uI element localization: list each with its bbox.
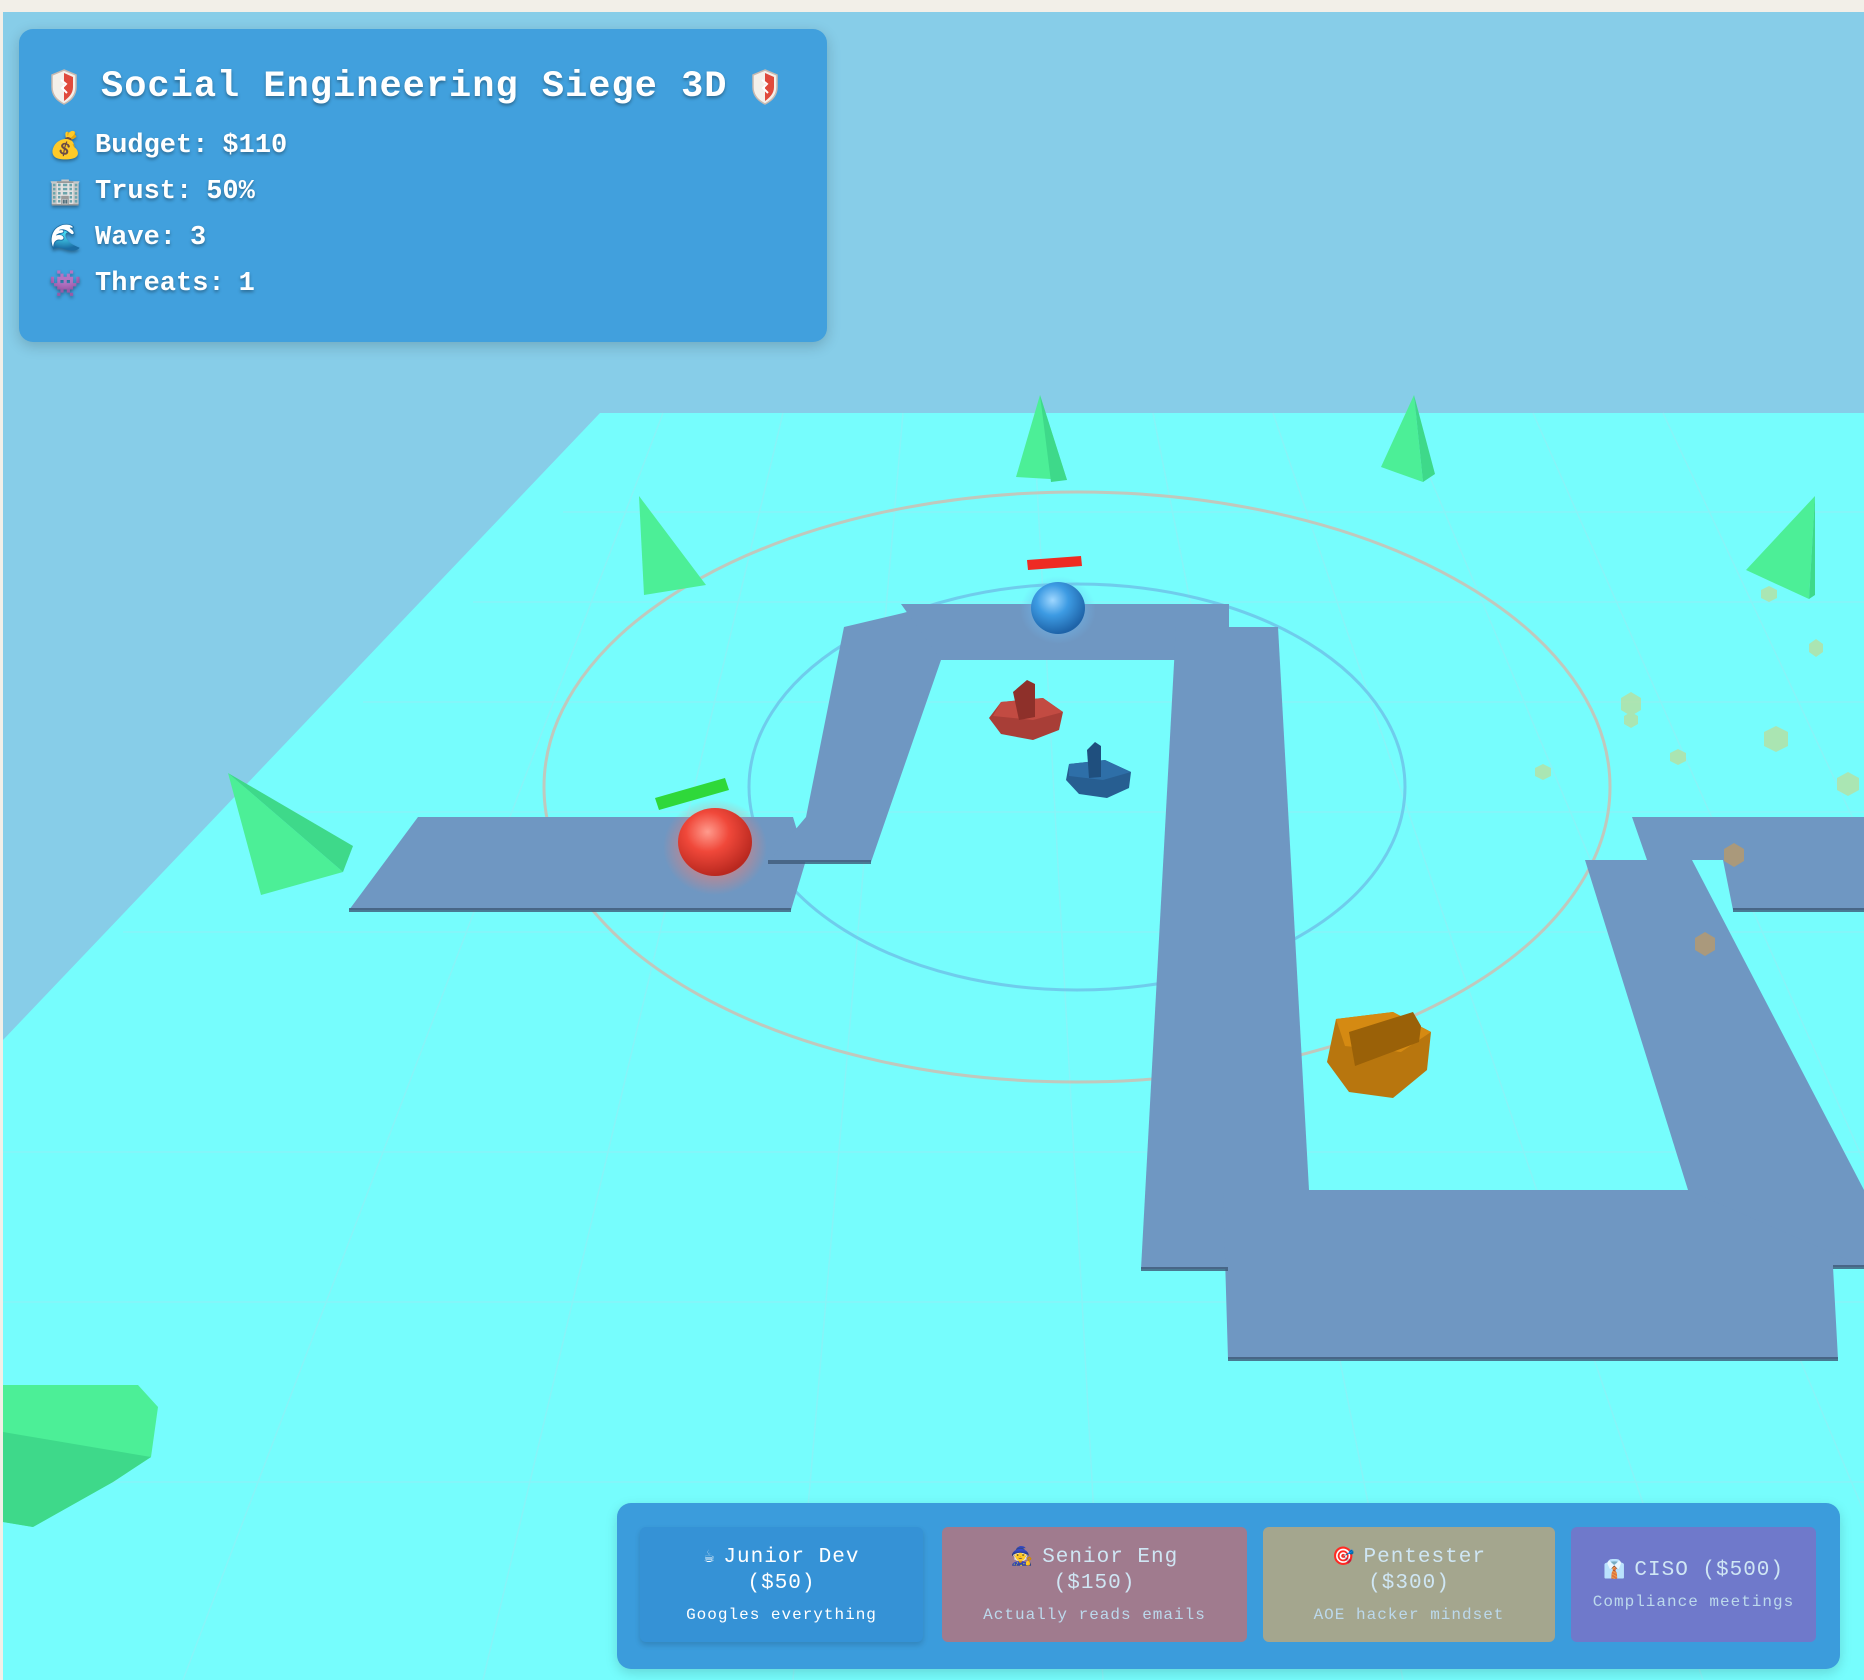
money-bag-icon: 💰 (49, 131, 82, 162)
budget-stat: 💰 Budget: $110 (49, 123, 797, 169)
wizard-icon: 🧙 (1010, 1547, 1035, 1568)
tower-card-pentester[interactable]: 🎯 Pentester ($300) AOE hacker mindset (1263, 1527, 1555, 1642)
tower-card-senior-eng[interactable]: 🧙 Senior Eng ($150) Actually reads emails (942, 1527, 1247, 1642)
target-icon: 🎯 (1332, 1547, 1356, 1568)
tower-description: Compliance meetings (1592, 1592, 1795, 1611)
tower-cost: ($50) (747, 1571, 816, 1595)
game-viewport[interactable]: Social Engineering Siege 3D 💰 Budget: $1… (3, 12, 1864, 1680)
game-title-text: Social Engineering Siege 3D (101, 66, 728, 108)
tower-description: Googles everything (686, 1605, 877, 1624)
tower-shop: ☕ Junior Dev ($50) Googles everything 🧙 Se… (617, 1503, 1840, 1669)
wave-icon: 🌊 (49, 223, 82, 254)
tower-name: 🎯 Pentester (1332, 1545, 1486, 1569)
budget-label: Budget: (95, 131, 209, 161)
trust-label: Trust: (95, 177, 193, 207)
wave-label: Wave: (95, 223, 177, 253)
tower-cost: ($150) (1053, 1571, 1136, 1595)
tower-name: 👔 CISO ($500) (1602, 1558, 1785, 1582)
hud-panel: Social Engineering Siege 3D 💰 Budget: $1… (19, 29, 827, 342)
trust-value: 50% (206, 177, 255, 207)
tower-card-ciso[interactable]: 👔 CISO ($500) Compliance meetings (1571, 1527, 1816, 1642)
tower-name: 🧙 Senior Eng (1010, 1545, 1179, 1569)
shield-icon (51, 69, 77, 105)
shield-icon (751, 69, 778, 105)
budget-value: $110 (222, 131, 288, 161)
tower-description: Actually reads emails (983, 1605, 1206, 1624)
threats-stat: 👾 Threats: 1 (49, 261, 797, 307)
threats-label: Threats: (95, 269, 225, 299)
wave-stat: 🌊 Wave: 3 (49, 215, 797, 261)
office-building-icon: 🏢 (49, 177, 82, 208)
coffee-icon: ☕ (703, 1547, 716, 1568)
threats-value: 1 (238, 269, 255, 299)
alien-monster-icon: 👾 (49, 269, 82, 300)
wave-value: 3 (190, 223, 207, 253)
tower-name: ☕ Junior Dev (703, 1545, 860, 1569)
trust-stat: 🏢 Trust: 50% (49, 169, 797, 215)
tower-card-junior-dev[interactable]: ☕ Junior Dev ($50) Googles everything (640, 1527, 923, 1642)
tower-cost: ($300) (1368, 1571, 1450, 1595)
game-title: Social Engineering Siege 3D (49, 59, 797, 115)
tower-description: AOE hacker mindset (1313, 1605, 1505, 1624)
necktie-icon: 👔 (1602, 1560, 1627, 1581)
